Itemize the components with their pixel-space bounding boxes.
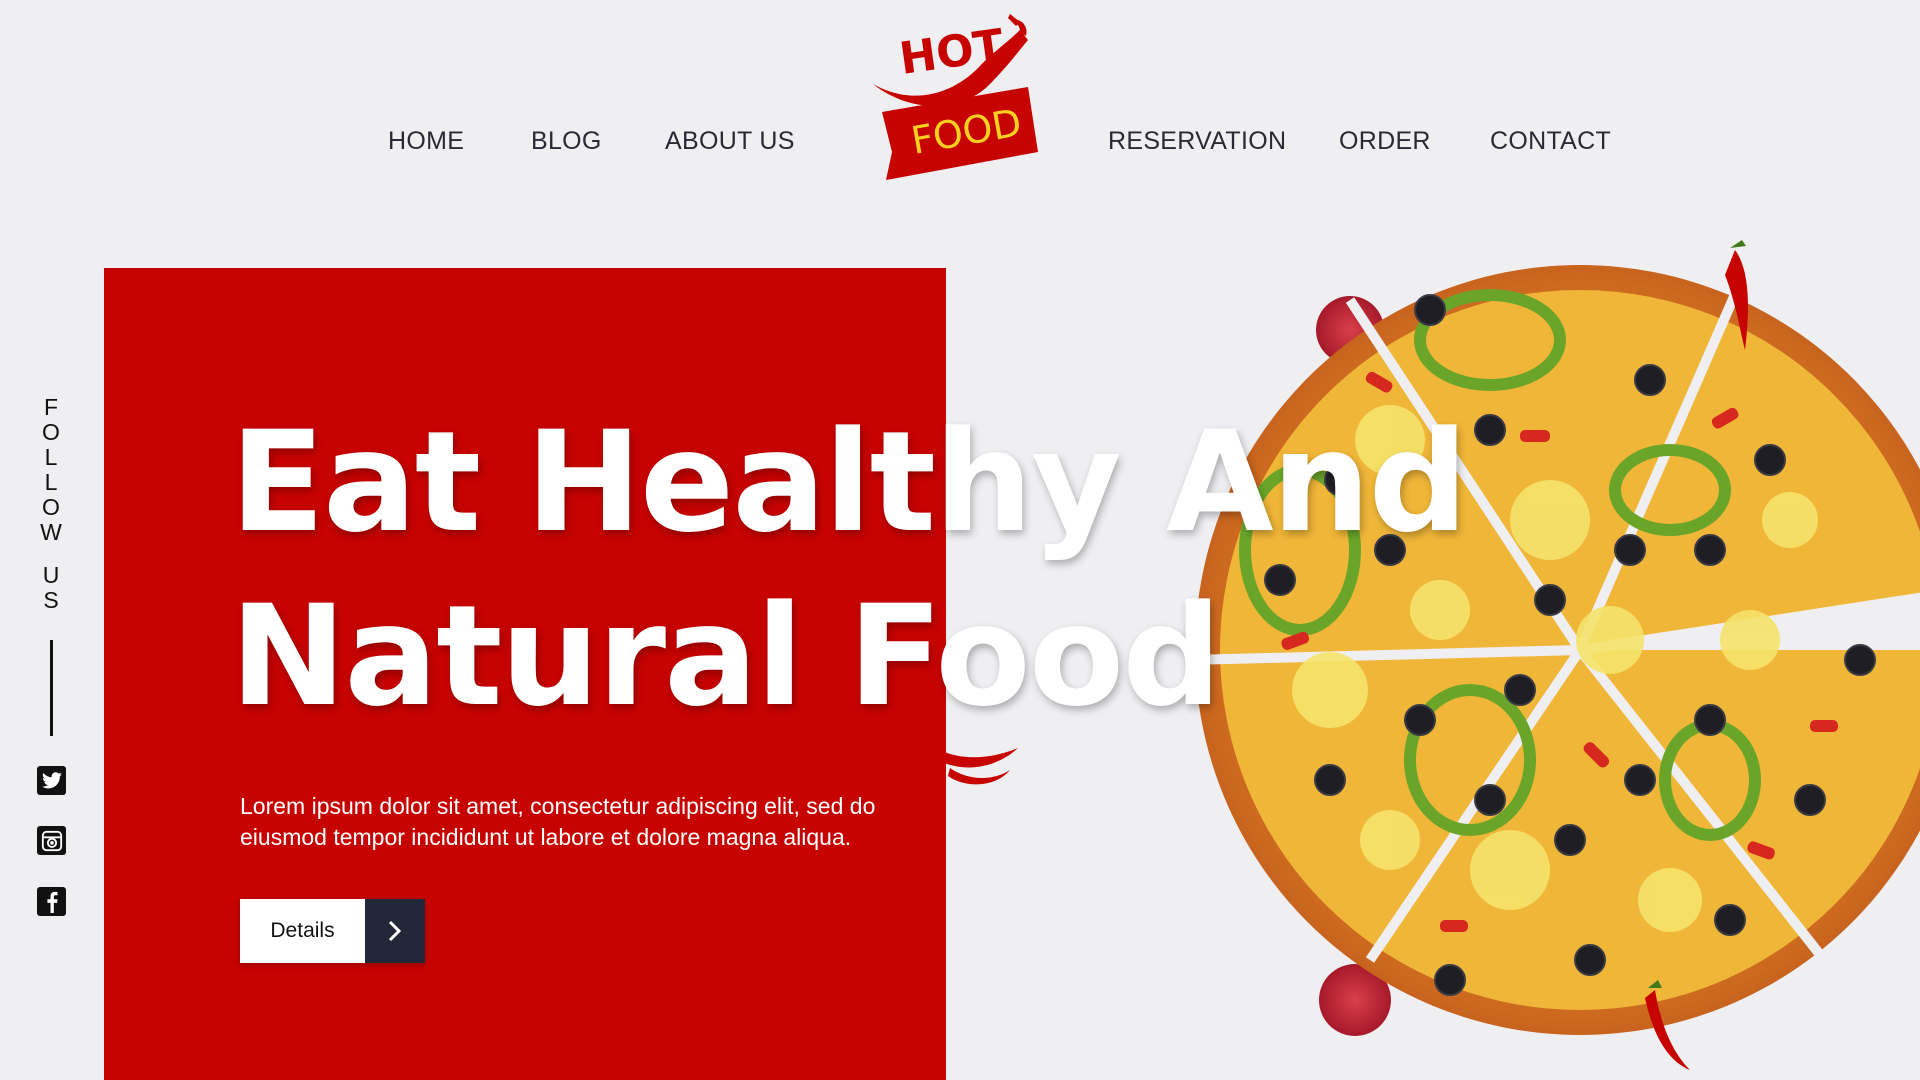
details-button-label[interactable]: Details <box>240 899 365 963</box>
follow-letter: W <box>40 519 62 545</box>
details-button[interactable]: Details <box>240 899 425 963</box>
follow-letter: O <box>42 494 60 520</box>
follow-divider <box>50 640 53 736</box>
chili-decoration <box>940 748 1018 785</box>
follow-us-label: F O L L O W U S <box>30 395 72 613</box>
nav-contact[interactable]: CONTACT <box>1490 127 1611 156</box>
facebook-icon[interactable] <box>37 887 66 916</box>
follow-letter: O <box>42 419 60 445</box>
landing-page: HOME BLOG ABOUT US RESERVATION ORDER CON… <box>0 0 1920 1080</box>
nav-reservation[interactable]: RESERVATION <box>1108 127 1286 156</box>
nav-about-us[interactable]: ABOUT US <box>665 127 795 156</box>
nav-blog[interactable]: BLOG <box>531 127 602 156</box>
follow-letter: L <box>44 469 58 495</box>
hero-headline-line-2: Natural Food <box>230 575 1222 737</box>
follow-letter: L <box>44 444 58 470</box>
chevron-right-icon[interactable] <box>365 899 425 963</box>
instagram-icon[interactable] <box>37 826 66 855</box>
follow-letter: F <box>43 394 59 420</box>
twitter-icon[interactable] <box>37 766 66 795</box>
hero-description: Lorem ipsum dolor sit amet, consectetur … <box>240 793 876 850</box>
hero-headline: Eat Healthy And Natural Food <box>230 395 1468 743</box>
follow-letter: U <box>42 562 60 588</box>
hero-headline-line-1: Eat Healthy And <box>230 401 1468 563</box>
nav-home[interactable]: HOME <box>388 127 464 156</box>
hot-food-logo[interactable]: HOT FOOD <box>868 12 1050 180</box>
nav-order[interactable]: ORDER <box>1339 127 1431 156</box>
follow-letter: S <box>43 587 59 613</box>
